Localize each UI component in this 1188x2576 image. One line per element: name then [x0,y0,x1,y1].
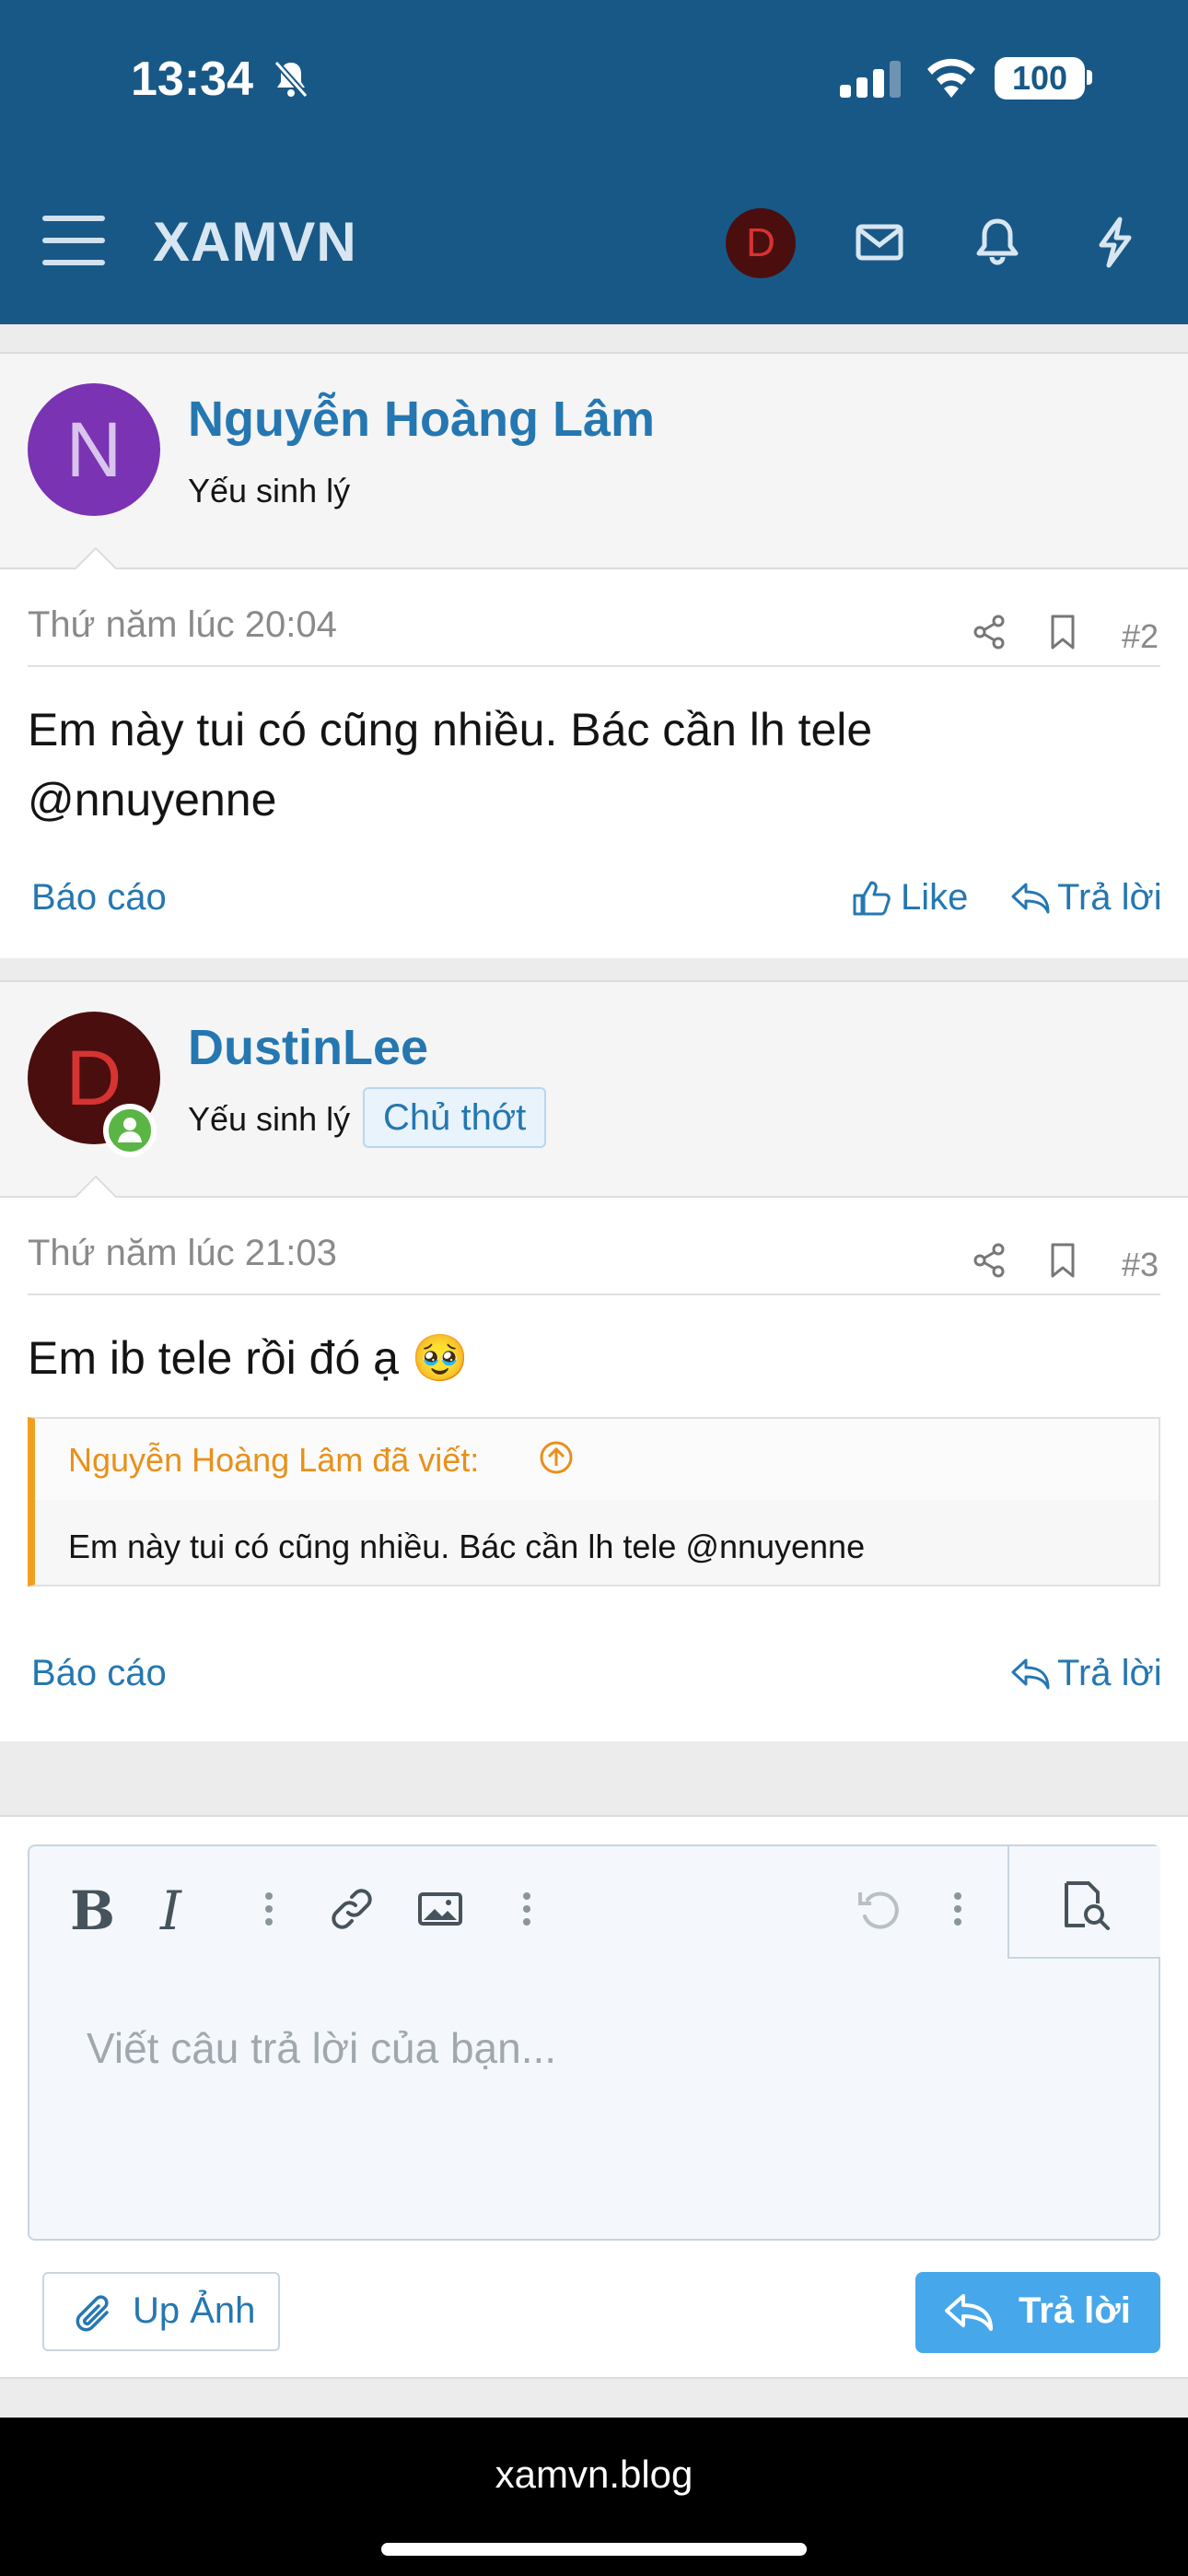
user-title: Yếu sinh lý [188,1100,351,1138]
reply-icon [945,2294,993,2331]
url-text[interactable]: xamvn.blog [0,2453,1188,2497]
upload-image-label: Up Ảnh [133,2290,256,2331]
lightning-icon[interactable] [1083,210,1147,275]
reply-editor[interactable]: B I Viết câu trả lời của bạn... [28,1844,1160,2241]
reply-textarea[interactable]: Viết câu trả lời của bạn... [87,2023,556,2073]
avatar[interactable]: N [28,383,160,516]
reply-icon[interactable] [1009,1655,1052,1693]
more-vertical-icon[interactable] [243,1883,295,1935]
post-date[interactable]: Thứ năm lúc 20:04 [28,604,337,646]
italic-button[interactable]: I [160,1879,181,1942]
link-icon[interactable] [326,1883,378,1935]
paperclip-icon [76,2295,109,2332]
site-title[interactable]: XAMVN [153,210,357,274]
post-username[interactable]: Nguyễn Hoàng Lâm [188,391,655,448]
like-icon[interactable] [851,877,891,918]
quote-author[interactable]: Nguyễn Hoàng Lâm đã viết: [68,1441,479,1480]
reply-button[interactable]: Trả lời [1057,877,1162,919]
share-icon[interactable] [971,1240,1007,1281]
more-vertical-icon[interactable] [932,1883,984,1935]
image-icon[interactable] [414,1883,466,1935]
post-author-bar: D DustinLee Yếu sinh lý Chủ thớt [0,980,1188,1198]
post-date[interactable]: Thứ năm lúc 21:03 [28,1233,337,1274]
like-button[interactable]: Like [901,877,968,919]
post-message: Em này tui có cũng nhiều. Bác cần lh tel… [28,704,873,825]
bold-button[interactable]: B [70,1879,115,1942]
thread-starter-badge: Chủ thớt [363,1087,547,1148]
post-username[interactable]: DustinLee [188,1019,428,1076]
home-indicator[interactable] [381,2543,807,2556]
menu-icon[interactable] [42,216,105,269]
bell-off-icon [274,60,309,99]
post-body: Thứ năm lúc 21:03 #3 Em ib tele rồi đó ạ… [0,1198,1188,1741]
post-body: Thứ năm lúc 20:04 #2 Em này tui có cũng … [0,569,1188,958]
undo-icon[interactable] [853,1883,904,1935]
author-pointer [70,1176,118,1200]
reply-icon[interactable] [1009,879,1052,918]
app-header: 13:34 100 XAMVN D [0,0,1188,324]
bookmark-icon[interactable] [1044,1240,1081,1281]
quick-reply: B I Viết câu trả lời của bạn... Up Ảnh T… [0,1815,1188,2379]
battery-indicator: 100 [995,57,1085,100]
online-status-icon [103,1104,157,1157]
reply-button[interactable]: Trả lời [1057,1653,1162,1694]
bookmark-icon[interactable] [1044,612,1081,652]
submit-reply-label: Trả lời [1019,2290,1131,2331]
divider [28,1294,1160,1295]
upload-image-button[interactable]: Up Ảnh [42,2272,280,2351]
author-pointer [70,547,118,571]
arrow-up-circle-icon[interactable] [538,1439,575,1476]
more-vertical-icon[interactable] [501,1883,553,1935]
post-author-bar: N Nguyễn Hoàng Lâm Yếu sinh lý [0,352,1188,569]
post-message: Em ib tele rồi đó ạ 🥹 [28,1332,470,1384]
bell-icon[interactable] [965,210,1030,275]
user-title: Yếu sinh lý [188,472,351,509]
preview-toggle[interactable] [1007,1846,1160,1959]
submit-reply-button[interactable]: Trả lời [915,2272,1160,2353]
wifi-icon [927,58,975,98]
browser-address-bar: xamvn.blog [0,2418,1188,2576]
divider [28,665,1160,667]
report-link[interactable]: Báo cáo [31,877,167,919]
battery-nub [1087,70,1092,85]
mail-icon[interactable] [847,210,912,275]
quote-block: Nguyễn Hoàng Lâm đã viết: Em này tui có … [28,1417,1160,1587]
post-number[interactable]: #2 [1122,617,1159,656]
signal-icon [840,61,901,98]
status-time: 13:34 [131,53,253,106]
preview-icon [1065,1881,1110,1930]
account-avatar[interactable]: D [726,208,796,278]
post-number[interactable]: #3 [1122,1246,1159,1284]
share-icon[interactable] [971,612,1007,652]
report-link[interactable]: Báo cáo [31,1653,167,1694]
quote-text: Em này tui có cũng nhiều. Bác cần lh tel… [68,1528,866,1565]
